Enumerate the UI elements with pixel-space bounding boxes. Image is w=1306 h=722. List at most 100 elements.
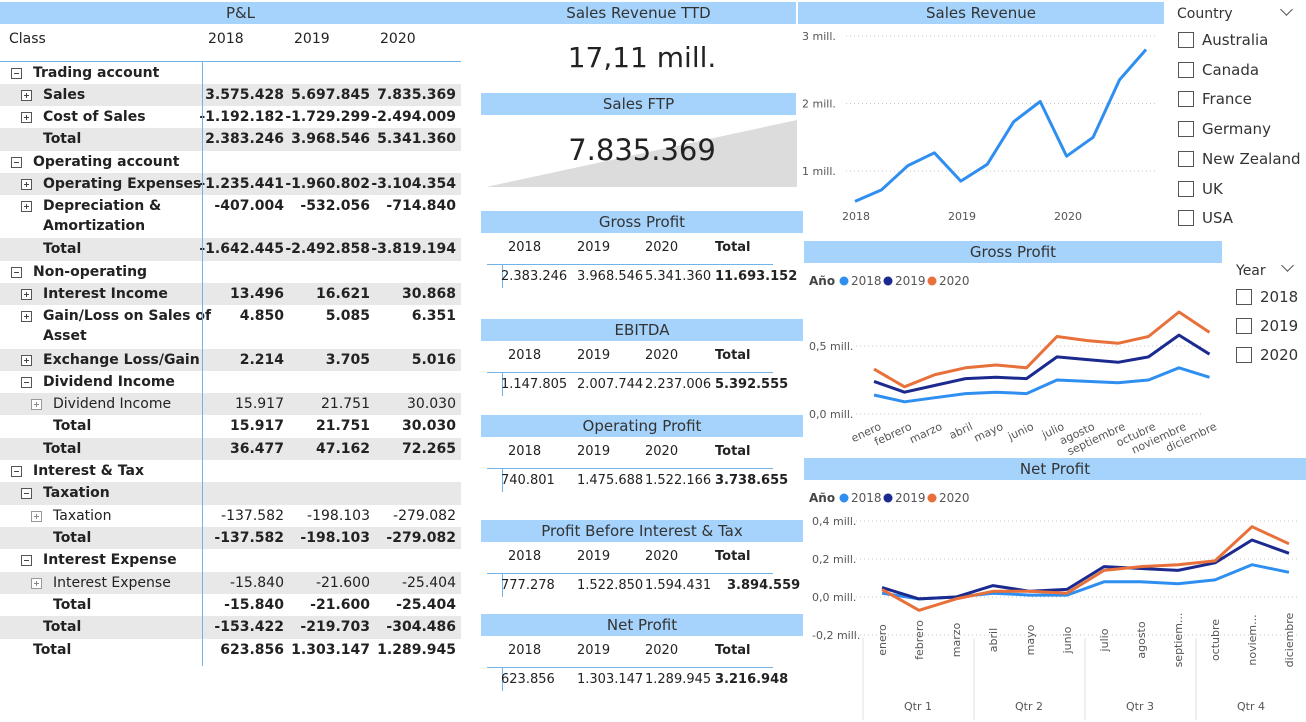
expand-icon[interactable] (21, 112, 32, 123)
collapse-icon[interactable] (11, 267, 22, 278)
pl-row-label: Cost of Sales (43, 109, 146, 125)
kpi-table-title: Profit Before Interest & Tax (481, 520, 803, 542)
series-line-2019[interactable] (873, 333, 1211, 394)
kpi-table-header-cell[interactable]: 2020 (645, 643, 678, 658)
expand-icon[interactable] (21, 355, 32, 366)
country-option[interactable]: USA (1178, 209, 1303, 229)
expand-icon[interactable] (31, 399, 42, 410)
pl-header-2018[interactable]: 2018 (208, 31, 244, 47)
kpi-table-header-cell[interactable]: 2018 (508, 444, 541, 459)
kpi-table-header-cell[interactable]: 2019 (577, 643, 610, 658)
series-line-2018[interactable] (873, 366, 1210, 404)
kpi-table-cell: 1.594.431 (645, 578, 712, 593)
chevron-down-icon[interactable] (1280, 3, 1293, 16)
collapse-icon[interactable] (21, 377, 32, 388)
collapse-icon[interactable] (11, 157, 22, 168)
gross-profit-chart[interactable]: Año 2018 2019 20200,5 mill.0,0 mill.enerofe… (804, 263, 1226, 460)
country-option[interactable]: New Zealand (1178, 150, 1303, 170)
kpi-table-cell: 1.522.166 (645, 473, 712, 488)
kpi-table-header-cell[interactable]: Total (715, 348, 751, 363)
kpi-table-header-cell[interactable]: Total (715, 240, 751, 255)
checkbox[interactable] (1178, 32, 1194, 48)
pl-cell-2020: -25.404 (401, 575, 456, 591)
kpi-table-header-cell[interactable]: 2020 (645, 549, 678, 564)
collapse-icon[interactable] (21, 488, 32, 499)
expand-icon[interactable] (21, 179, 32, 190)
country-option[interactable]: Canada (1178, 61, 1303, 81)
expand-icon[interactable] (31, 511, 42, 522)
kpi-table-header-cell[interactable]: 2020 (645, 348, 678, 363)
pl-cell-2019: 21.751 (321, 396, 370, 412)
checkbox[interactable] (1236, 347, 1252, 363)
kpi-table-header-cell[interactable]: Total (715, 643, 751, 658)
pl-row-label: Taxation (43, 485, 110, 501)
kpi-table-header-cell[interactable]: 2019 (577, 240, 610, 255)
year-option[interactable]: 2019 (1236, 317, 1301, 337)
pl-cell-2018: 623.856 (220, 642, 284, 658)
kpi-table-header-cell[interactable]: 2018 (508, 240, 541, 255)
country-option[interactable]: Australia (1178, 31, 1303, 51)
pl-row-label: Sales (43, 87, 86, 103)
year-option[interactable]: 2020 (1236, 346, 1301, 366)
pl-cell-2018: -137.582 (221, 508, 284, 524)
kpi-table-header-cell[interactable]: 2019 (577, 549, 610, 564)
kpi-table-header-cell[interactable]: 2018 (508, 643, 541, 658)
pl-cell-2018: -1.192.182 (199, 109, 284, 125)
kpi-table-title: EBITDA (481, 319, 803, 341)
pl-header-class[interactable]: Class (9, 31, 46, 47)
year-option[interactable]: 2018 (1236, 288, 1301, 308)
kpi-table-header-cell[interactable]: 2018 (508, 549, 541, 564)
legend-label-2020: 2020 (939, 274, 970, 288)
pl-cell-2019: -21.600 (315, 575, 370, 591)
checkbox[interactable] (1178, 210, 1194, 227)
checkbox[interactable] (1236, 289, 1252, 305)
kpi-table-header-cell[interactable]: 2019 (577, 444, 610, 459)
sales-revenue-chart[interactable]: 1 mill. 2 mill. 3 mill. 2018 2019 2020 (798, 24, 1166, 232)
expand-icon[interactable] (31, 578, 42, 589)
pl-row: Taxation (0, 482, 461, 505)
collapse-icon[interactable] (11, 466, 22, 477)
kpi-table-header-cell[interactable]: 2020 (645, 240, 678, 255)
pl-row: Interest Income 13.496 16.621 30.868 (0, 283, 461, 305)
country-option[interactable]: France (1178, 90, 1303, 110)
pl-row-header-divider (202, 62, 203, 666)
kpi-table-header-cell[interactable]: Total (715, 444, 751, 459)
kpi-table-cell: 623.856 (501, 672, 555, 687)
y-tick-label: 0,5 mill. (809, 340, 853, 353)
chevron-down-icon[interactable] (1281, 259, 1294, 272)
checkbox[interactable] (1178, 91, 1194, 108)
kpi-table-cell: 5.392.555 (715, 377, 789, 392)
pl-header-2020[interactable]: 2020 (380, 31, 416, 47)
collapse-icon[interactable] (21, 555, 32, 566)
sales-revenue-line[interactable] (854, 48, 1148, 203)
checkbox[interactable] (1178, 150, 1194, 167)
kpi-table-values: 1.147.805 2.007.744 2.237.006 5.392.555 (481, 377, 803, 395)
pl-header-2019[interactable]: 2019 (294, 31, 330, 47)
expand-icon[interactable] (21, 201, 32, 212)
kpi-table-header-cell[interactable]: 2019 (577, 348, 610, 363)
checkbox[interactable] (1178, 121, 1194, 138)
pl-cell-2019: 47.162 (315, 441, 370, 457)
checkbox[interactable] (1236, 318, 1252, 334)
checkbox[interactable] (1178, 180, 1194, 197)
kpi-table-divider (487, 468, 773, 469)
pl-cell-2019: -198.103 (300, 530, 370, 546)
kpi-table-header-cell[interactable]: 2018 (508, 348, 541, 363)
collapse-icon[interactable] (11, 68, 22, 79)
pl-cell-2020: 6.351 (411, 308, 456, 324)
kpi-table-divider (487, 667, 773, 668)
pl-cell-2018: 36.477 (229, 441, 284, 457)
country-option[interactable]: Germany (1178, 120, 1303, 140)
expand-icon[interactable] (21, 311, 32, 322)
country-option[interactable]: UK (1178, 180, 1303, 200)
kpi-table-header-cell[interactable]: 2020 (645, 444, 678, 459)
pl-cell-2018: 3.575.428 (205, 87, 284, 103)
kpi-table-cell: 3.968.546 (577, 269, 644, 284)
x-tick-label: 2018 (842, 210, 870, 223)
expand-icon[interactable] (21, 289, 32, 300)
kpi-table-header-cell[interactable]: Total (715, 549, 751, 564)
y-tick-label: -0,2 mill. (812, 629, 860, 642)
expand-icon[interactable] (21, 90, 32, 101)
checkbox[interactable] (1178, 61, 1194, 78)
net-profit-chart[interactable]: Año 2018 2019 2020 -0,2 mill. 0,0 mill. 0,2 mi… (804, 480, 1306, 722)
